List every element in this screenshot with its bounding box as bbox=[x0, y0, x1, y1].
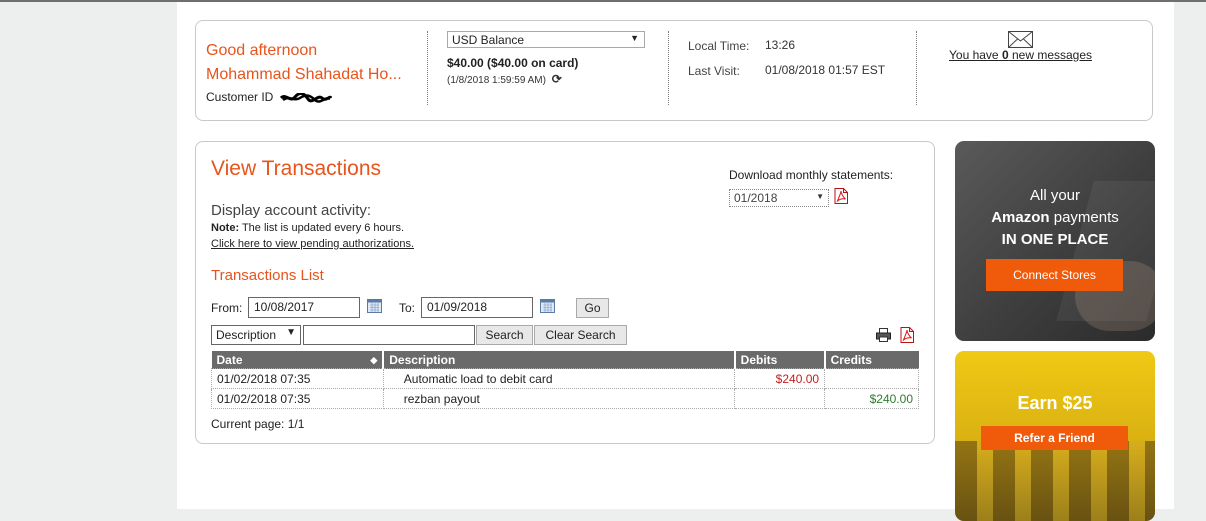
ad-line-rest: payments bbox=[1049, 209, 1119, 226]
ad-line: IN ONE PLACE bbox=[1001, 231, 1109, 248]
transactions-list-title: Transactions List bbox=[211, 267, 324, 284]
activity-title: Display account activity: bbox=[211, 202, 372, 219]
connect-stores-button[interactable]: Connect Stores bbox=[986, 259, 1123, 291]
table-row: 01/02/2018 07:35 Automatic load to debit… bbox=[211, 368, 919, 389]
sort-icon: ◆ bbox=[370, 354, 378, 365]
local-time-value: 13:26 bbox=[765, 38, 796, 52]
from-label: From: bbox=[211, 301, 243, 315]
download-statements-label: Download monthly statements: bbox=[729, 168, 894, 182]
table-header-row: Date ◆ Description Debits Credits bbox=[211, 351, 919, 369]
separator bbox=[916, 31, 917, 105]
earn-text: Earn $25 bbox=[1017, 393, 1093, 413]
greeting-line: Good afternoon bbox=[206, 42, 318, 59]
pdf-icon[interactable] bbox=[834, 188, 848, 204]
statement-month-value: 01/2018 bbox=[734, 191, 778, 205]
go-button[interactable]: Go bbox=[576, 298, 609, 318]
last-visit-label: Last Visit: bbox=[688, 64, 740, 78]
note-text: The list is updated every 6 hours. bbox=[239, 222, 404, 234]
search-field-value: Description bbox=[216, 328, 277, 342]
last-visit-value: 01/08/2018 01:57 EST bbox=[765, 63, 886, 77]
chevron-down-icon: ▼ bbox=[816, 192, 824, 201]
table-row: 01/02/2018 07:35 rezban payout $240.00 bbox=[211, 388, 919, 409]
local-time-label: Local Time: bbox=[688, 39, 750, 53]
separator bbox=[668, 31, 669, 105]
balance-time-text: (1/8/2018 1:59:59 AM) bbox=[447, 75, 546, 86]
row-date: 01/02/2018 07:35 bbox=[211, 368, 384, 389]
update-note: Note: The list is updated every 6 hours. bbox=[211, 222, 404, 234]
pdf-icon[interactable] bbox=[900, 327, 914, 343]
transactions-panel: View Transactions Download monthly state… bbox=[195, 141, 935, 444]
customer-id: Customer ID bbox=[206, 90, 332, 104]
row-debit: $240.00 bbox=[734, 368, 826, 389]
redaction-scribble bbox=[279, 92, 332, 103]
print-icon[interactable] bbox=[876, 328, 891, 342]
balance-select-value: USD Balance bbox=[452, 33, 525, 47]
calendar-icon[interactable] bbox=[367, 299, 382, 313]
balance-timestamp: (1/8/2018 1:59:59 AM) ⟳ bbox=[447, 72, 562, 86]
row-credit: $240.00 bbox=[824, 388, 919, 409]
messages-suffix: new messages bbox=[1008, 48, 1093, 62]
messages-prefix: You have bbox=[949, 48, 1002, 62]
column-header-description[interactable]: Description bbox=[383, 351, 736, 369]
note-label: Note: bbox=[211, 222, 240, 234]
messages-count: 0 bbox=[1001, 48, 1009, 62]
statement-month-select[interactable]: 01/2018 ▼ bbox=[729, 189, 829, 207]
refer-friend-button[interactable]: Refer a Friend bbox=[981, 426, 1128, 450]
row-credit bbox=[824, 368, 919, 389]
search-button[interactable]: Search bbox=[476, 325, 533, 345]
greeting: Good afternoon Mohammad Shahadat Ho... bbox=[206, 39, 402, 87]
account-header: Good afternoon Mohammad Shahadat Ho... C… bbox=[195, 20, 1153, 121]
customer-id-label: Customer ID bbox=[206, 90, 274, 104]
balance-currency-select[interactable]: USD Balance ▼ bbox=[447, 31, 645, 48]
column-header-debits[interactable]: Debits bbox=[734, 351, 826, 369]
ad-brand: Amazon bbox=[991, 209, 1050, 226]
to-label: To: bbox=[399, 301, 416, 315]
calendar-icon[interactable] bbox=[540, 299, 555, 313]
messages-link[interactable]: You have 0 new messages bbox=[949, 48, 1092, 62]
to-date-input[interactable]: 01/09/2018 bbox=[421, 297, 533, 318]
refresh-icon[interactable]: ⟳ bbox=[552, 72, 562, 86]
pending-authorizations-link[interactable]: Click here to view pending authorization… bbox=[211, 238, 414, 250]
clear-search-button[interactable]: Clear Search bbox=[534, 325, 627, 345]
balance-amount: $40.00 ($40.00 on card) bbox=[447, 56, 579, 70]
column-header-credits[interactable]: Credits bbox=[824, 351, 919, 369]
chevron-down-icon: ▼ bbox=[630, 33, 639, 43]
ad-line: Amazon payments bbox=[955, 209, 1155, 226]
amazon-payments-ad[interactable]: All your Amazon payments IN ONE PLACE Co… bbox=[955, 141, 1155, 341]
separator bbox=[427, 31, 428, 105]
search-input[interactable] bbox=[303, 325, 475, 345]
from-date-input[interactable]: 10/08/2017 bbox=[248, 297, 360, 318]
column-header-label: Date bbox=[216, 352, 243, 367]
row-description: rezban payout bbox=[382, 388, 736, 409]
refer-friend-ad[interactable]: Earn $25 Refer a Friend bbox=[955, 351, 1155, 521]
row-debit bbox=[734, 388, 826, 409]
crowd-image bbox=[955, 441, 1155, 521]
search-field-select[interactable]: Description ▼ bbox=[211, 325, 301, 345]
column-header-date[interactable]: Date ◆ bbox=[211, 351, 385, 369]
page-title: View Transactions bbox=[211, 157, 382, 180]
page-info: Current page: 1/1 bbox=[211, 417, 305, 431]
ad-line: All your bbox=[1029, 187, 1081, 204]
row-date: 01/02/2018 07:35 bbox=[211, 388, 384, 409]
user-name: Mohammad Shahadat Ho... bbox=[206, 66, 402, 83]
chevron-down-icon: ▼ bbox=[286, 327, 296, 338]
envelope-icon[interactable] bbox=[1008, 31, 1033, 48]
transactions-table: Date ◆ Description Debits Credits 01/02/2… bbox=[211, 351, 919, 409]
row-description: Automatic load to debit card bbox=[382, 368, 736, 389]
